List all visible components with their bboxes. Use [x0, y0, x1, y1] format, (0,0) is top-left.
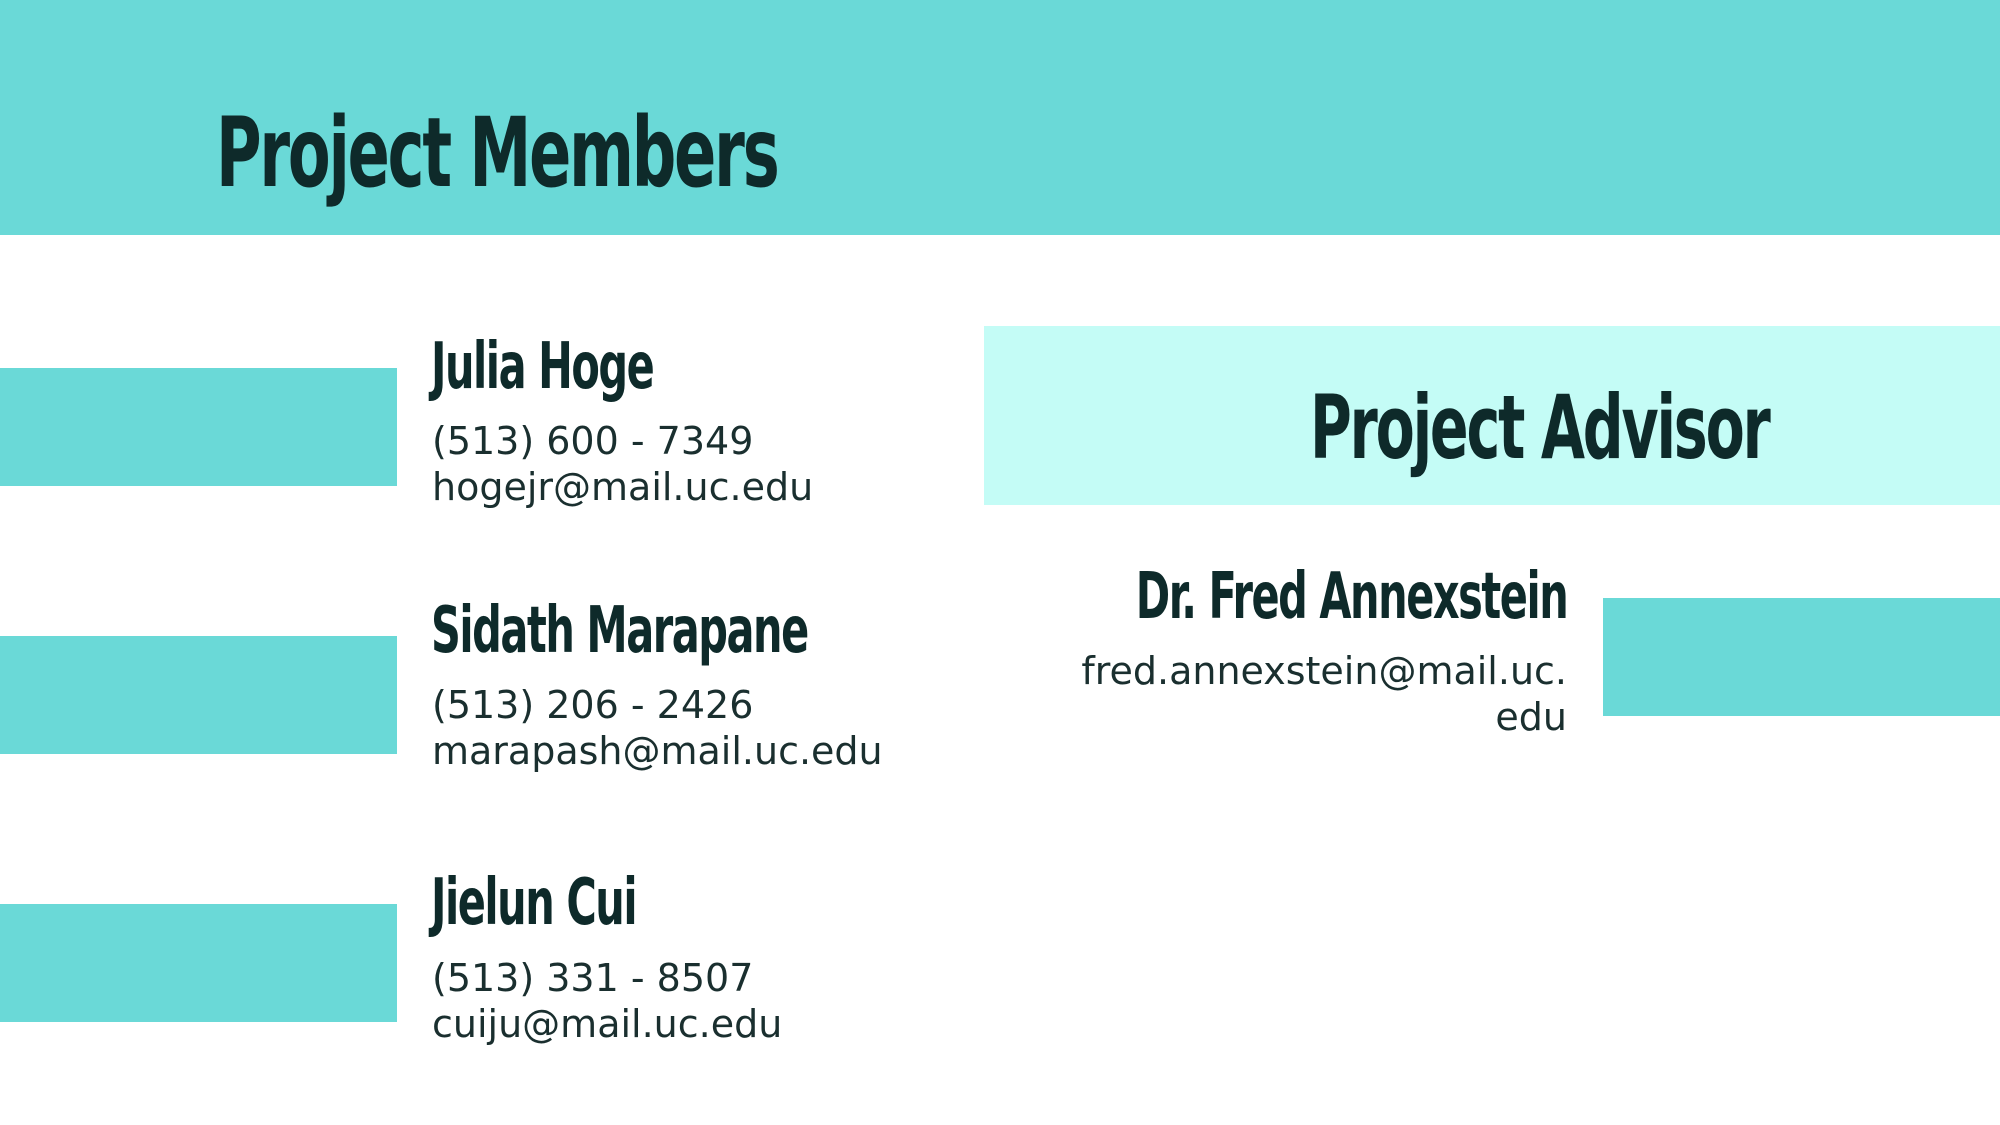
advisor-title: Project Advisor	[1310, 376, 1771, 479]
advisor-accent-bar	[1603, 598, 2000, 716]
member-phone: (513) 206 - 2426	[432, 683, 754, 727]
member-contact: (513) 331 - 8507 cuiju@mail.uc.edu	[432, 955, 782, 1047]
member-accent-bar	[0, 636, 397, 754]
member-contact: (513) 206 - 2426 marapash@mail.uc.edu	[432, 682, 883, 774]
member-email: cuiju@mail.uc.edu	[432, 1002, 783, 1046]
member-phone: (513) 331 - 8507	[432, 956, 754, 1000]
advisor-email-line-1: fred.annexstein@mail.uc.	[1081, 649, 1567, 693]
member-name: Julia Hoge	[431, 330, 655, 404]
member-phone: (513) 600 - 7349	[432, 419, 754, 463]
member-accent-bar	[0, 904, 397, 1022]
member-name: Jielun Cui	[431, 866, 638, 940]
advisor-email-line-2: edu	[1495, 695, 1567, 739]
slide: Project Members Julia Hoge (513) 600 - 7…	[0, 0, 2000, 1125]
advisor-contact: fred.annexstein@mail.uc. edu	[1081, 648, 1567, 740]
member-email: hogejr@mail.uc.edu	[432, 465, 814, 509]
member-email: marapash@mail.uc.edu	[432, 729, 883, 773]
member-contact: (513) 600 - 7349 hogejr@mail.uc.edu	[432, 418, 813, 510]
member-accent-bar	[0, 368, 397, 486]
advisor-name: Dr. Fred Annexstein	[1135, 560, 1568, 634]
members-title: Project Members	[216, 97, 780, 209]
member-name: Sidath Marapane	[431, 594, 809, 668]
